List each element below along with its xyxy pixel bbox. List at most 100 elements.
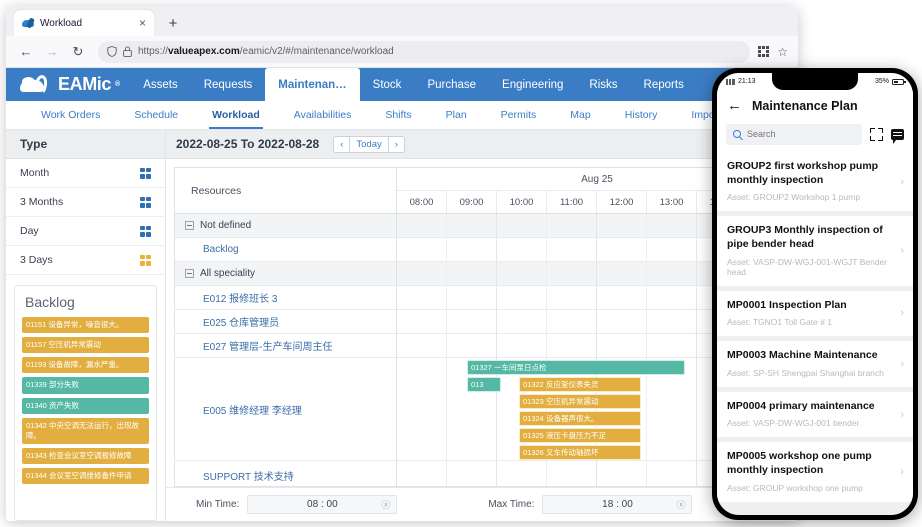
browser-window: Workload × + ← → ↻ https://valueapex.com… (6, 6, 798, 521)
nav-engineering[interactable]: Engineering (489, 68, 576, 101)
backlog-item[interactable]: 01340 资产失败 (22, 398, 149, 414)
min-time-input[interactable]: 08 : 00 ⓧ (247, 495, 397, 514)
resource-row[interactable]: E027 管理层-生产车间周主任 (175, 334, 396, 358)
gantt-task-bar[interactable]: 01327 一车间泵日点检 (467, 360, 685, 375)
backlog-item[interactable]: 01344 会议室空调维修备件申请 (22, 468, 149, 484)
max-time-label: Max Time: (488, 499, 534, 510)
subnav-permits[interactable]: Permits (484, 101, 554, 129)
chevron-right-icon: › (900, 358, 904, 370)
nav-requests[interactable]: Requests (191, 68, 266, 101)
subnav-schedule[interactable]: Schedule (117, 101, 195, 129)
nav-purchase[interactable]: Purchase (414, 68, 489, 101)
today-button[interactable]: Today (349, 137, 387, 152)
type-option-3-days[interactable]: 3 Days (6, 246, 165, 275)
type-option-month[interactable]: Month (6, 159, 165, 188)
resources-header: Resources (175, 168, 396, 214)
gantt-task-bar[interactable]: 01323 空压机异常震动 (519, 394, 641, 409)
clear-circle-icon[interactable]: ⓧ (676, 498, 685, 511)
url-scheme: https:// (138, 46, 168, 57)
resource-row[interactable]: SUPPORT 技术支持 (175, 461, 396, 487)
resource-group-row[interactable]: Not defined (175, 214, 396, 238)
workload-content: Type Month 3 Months Day 3 Days (6, 130, 798, 521)
type-option-label: 3 Months (20, 196, 63, 208)
back-arrow-icon[interactable]: ← (727, 98, 742, 113)
phone-search-row (717, 121, 913, 152)
collapse-icon[interactable] (185, 269, 194, 278)
brand-name: EAMic (58, 74, 111, 95)
nav-stock[interactable]: Stock (360, 68, 415, 101)
date-pager: ‹ Today › (333, 136, 405, 153)
subnav-availabilities[interactable]: Availabilities (277, 101, 369, 129)
maintenance-plan-item[interactable]: MP0005 workshop one pump monthly inspect… (717, 442, 913, 501)
maintenance-plan-item[interactable]: MP0004 primary maintenanceAsset: VASP-DW… (717, 392, 913, 438)
resource-label: E027 管理层-生产车间周主任 (203, 338, 332, 353)
subnav-work-orders[interactable]: Work Orders (24, 101, 117, 129)
resource-row[interactable]: Backlog (175, 238, 396, 262)
phone-screen: 21:13 35% ← Maintenance Plan GROUP (717, 73, 913, 515)
address-bar[interactable]: https://valueapex.com/eamic/v2/#/mainten… (98, 41, 750, 63)
clear-circle-icon[interactable]: ⓧ (381, 498, 390, 511)
resource-group-row[interactable]: All speciality (175, 262, 396, 286)
hour-label: 08:00 (397, 191, 447, 213)
backlog-item[interactable]: 01339 部分失败 (22, 377, 149, 393)
maintenance-plan-item[interactable]: MP0003 Machine MaintenanceAsset: SP-SH S… (717, 341, 913, 387)
max-time-input[interactable]: 18 : 00 ⓧ (542, 495, 692, 514)
subnav-history[interactable]: History (608, 101, 675, 129)
type-option-day[interactable]: Day (6, 217, 165, 246)
search-input[interactable] (747, 129, 855, 139)
eamic-cloud-wrench-icon (22, 18, 34, 29)
type-option-3-months[interactable]: 3 Months (6, 188, 165, 217)
new-tab-button[interactable]: + (164, 16, 182, 31)
backlog-item[interactable]: 01157 空压机异常震动 (22, 337, 149, 353)
collapse-icon[interactable] (185, 221, 194, 230)
plan-title: MP0005 workshop one pump monthly inspect… (727, 450, 903, 477)
backlog-item[interactable]: 01343 检查会议室空调报修故障 (22, 448, 149, 464)
nav-reports[interactable]: Reports (631, 68, 697, 101)
maintenance-plan-item[interactable]: GROUP3 Monthly inspection of pipe bender… (717, 216, 913, 285)
resource-label: E005 维修经理 李经理 (203, 402, 302, 417)
maintenance-plan-list[interactable]: GROUP2 first workshop pump monthly inspe… (717, 152, 913, 515)
scan-icon[interactable] (870, 128, 883, 141)
maintenance-plan-item[interactable]: GROUP2 first workshop pump monthly inspe… (717, 152, 913, 211)
maintenance-plan-item[interactable]: MP0001 Inspection PlanAsset: TGNO1 Toll … (717, 291, 913, 337)
nav-maintenance[interactable]: Maintenan… (265, 68, 359, 101)
grid-icon (140, 168, 151, 179)
subnav-shifts[interactable]: Shifts (368, 101, 428, 129)
resource-row[interactable]: E025 仓库管理员 (175, 310, 396, 334)
gantt-task-bar[interactable]: 013 (467, 377, 501, 392)
gantt-task-bar[interactable]: 01322 反应釜仪表失灵 (519, 377, 641, 392)
type-panel: Type Month 3 Months Day 3 Days (6, 130, 166, 521)
forward-button[interactable]: → (40, 40, 64, 64)
resource-row[interactable]: E005 维修经理 李经理 (175, 358, 396, 461)
reload-button[interactable]: ↻ (66, 40, 90, 64)
resource-row[interactable]: E012 报修班长 3 (175, 286, 396, 310)
gantt-task-bar[interactable]: 01326 叉车传动轴损坏 (519, 445, 641, 460)
resource-label: Not defined (200, 220, 251, 231)
subnav-map[interactable]: Map (553, 101, 607, 129)
backlog-title: Backlog (25, 294, 149, 310)
resource-label: All speciality (200, 268, 255, 279)
nav-risks[interactable]: Risks (576, 68, 630, 101)
next-period-button[interactable]: › (388, 137, 404, 152)
subnav-workload[interactable]: Workload (195, 101, 277, 129)
close-icon[interactable]: × (139, 17, 146, 29)
backlog-item[interactable]: 01342 中央空调无法运行，出现故障。 (22, 418, 149, 444)
chat-icon[interactable] (891, 129, 904, 140)
hour-label: 12:00 (597, 191, 647, 213)
browser-tab[interactable]: Workload × (14, 10, 154, 36)
phone-search-field[interactable] (726, 124, 862, 145)
qr-code-icon[interactable] (758, 46, 769, 57)
backlog-item[interactable]: 01193 设备故障，漏水严重。 (22, 357, 149, 373)
backlog-item[interactable]: 01151 设备异常，噪音很大。 (22, 317, 149, 333)
bookmark-star-icon[interactable]: ☆ (777, 45, 788, 59)
gantt-task-bar[interactable]: 01324 设备器声很大。 (519, 411, 641, 426)
back-button[interactable]: ← (14, 40, 38, 64)
nav-assets[interactable]: Assets (130, 68, 191, 101)
hour-label: 10:00 (497, 191, 547, 213)
min-time-value: 08 : 00 (307, 499, 338, 510)
prev-period-button[interactable]: ‹ (334, 137, 349, 152)
grid-icon-selected (140, 255, 151, 266)
resource-label: E012 报修班长 3 (203, 290, 277, 305)
subnav-plan[interactable]: Plan (429, 101, 484, 129)
gantt-task-bar[interactable]: 01325 液压卡盘压力不足 (519, 428, 641, 443)
